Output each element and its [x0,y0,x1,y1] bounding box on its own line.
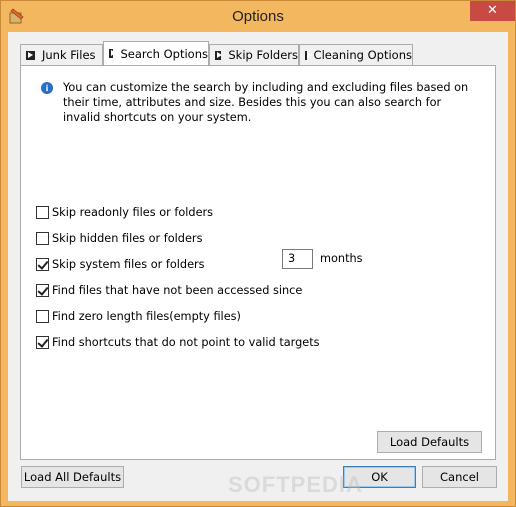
option-label: Find zero length files(empty files) [52,310,241,323]
skip-system-option[interactable]: Skip system files or folders [36,258,205,271]
skip-readonly-checkbox[interactable] [36,206,49,219]
window-title: Options [232,8,284,25]
skip-system-checkbox[interactable] [36,258,49,271]
watermark: SOFTPEDIA [228,472,363,497]
months-input[interactable]: 3 [282,249,313,269]
tab-junk-files[interactable]: Junk Files [20,44,103,65]
search-options-panel: i You can customize the search by includ… [20,65,496,460]
option-label: Skip hidden files or folders [52,232,203,245]
skip-hidden-checkbox[interactable] [36,232,49,245]
client-area: Junk Files Search Options Skip Folders C… [8,32,508,501]
skip-readonly-option[interactable]: Skip readonly files or folders [36,206,213,219]
tab-search-options[interactable]: Search Options [103,41,209,65]
close-button[interactable]: ✕ [470,1,515,21]
play-icon [109,49,117,58]
skip-hidden-option[interactable]: Skip hidden files or folders [36,232,202,245]
info-icon: i [41,82,53,94]
info-text: You can customize the search by includin… [63,81,469,124]
title-bar[interactable]: Options ✕ [1,1,515,32]
invalid-shortcuts-option[interactable]: Find shortcuts that do not point to vali… [36,336,320,349]
cancel-button[interactable]: Cancel [422,466,497,488]
tab-label: Search Options [120,46,208,61]
months-label: months [320,252,363,265]
tab-label: Cleaning Options [313,48,412,62]
tab-cleaning-options[interactable]: Cleaning Options [299,44,413,65]
option-label: Skip system files or folders [52,258,205,271]
invalid-shortcuts-checkbox[interactable] [36,336,49,349]
play-icon [215,50,223,60]
not-accessed-checkbox[interactable] [36,284,49,297]
zero-length-checkbox[interactable] [36,310,49,323]
zero-length-option[interactable]: Find zero length files(empty files) [36,310,241,323]
option-label: Find files that have not been accessed s… [52,284,303,297]
load-defaults-button[interactable]: Load Defaults [377,431,482,453]
options-window: Options ✕ Junk Files Search Options Skip… [0,0,516,507]
play-icon [305,50,311,60]
option-label: Skip readonly files or folders [52,206,214,219]
play-icon [26,50,35,60]
option-label: Find shortcuts that do not point to vali… [52,336,320,349]
tab-skip-folders[interactable]: Skip Folders [209,44,299,65]
tab-label: Junk Files [42,48,96,62]
load-all-defaults-button[interactable]: Load All Defaults [21,466,124,488]
not-accessed-option[interactable]: Find files that have not been accessed s… [36,284,302,297]
tab-label: Skip Folders [228,48,298,62]
